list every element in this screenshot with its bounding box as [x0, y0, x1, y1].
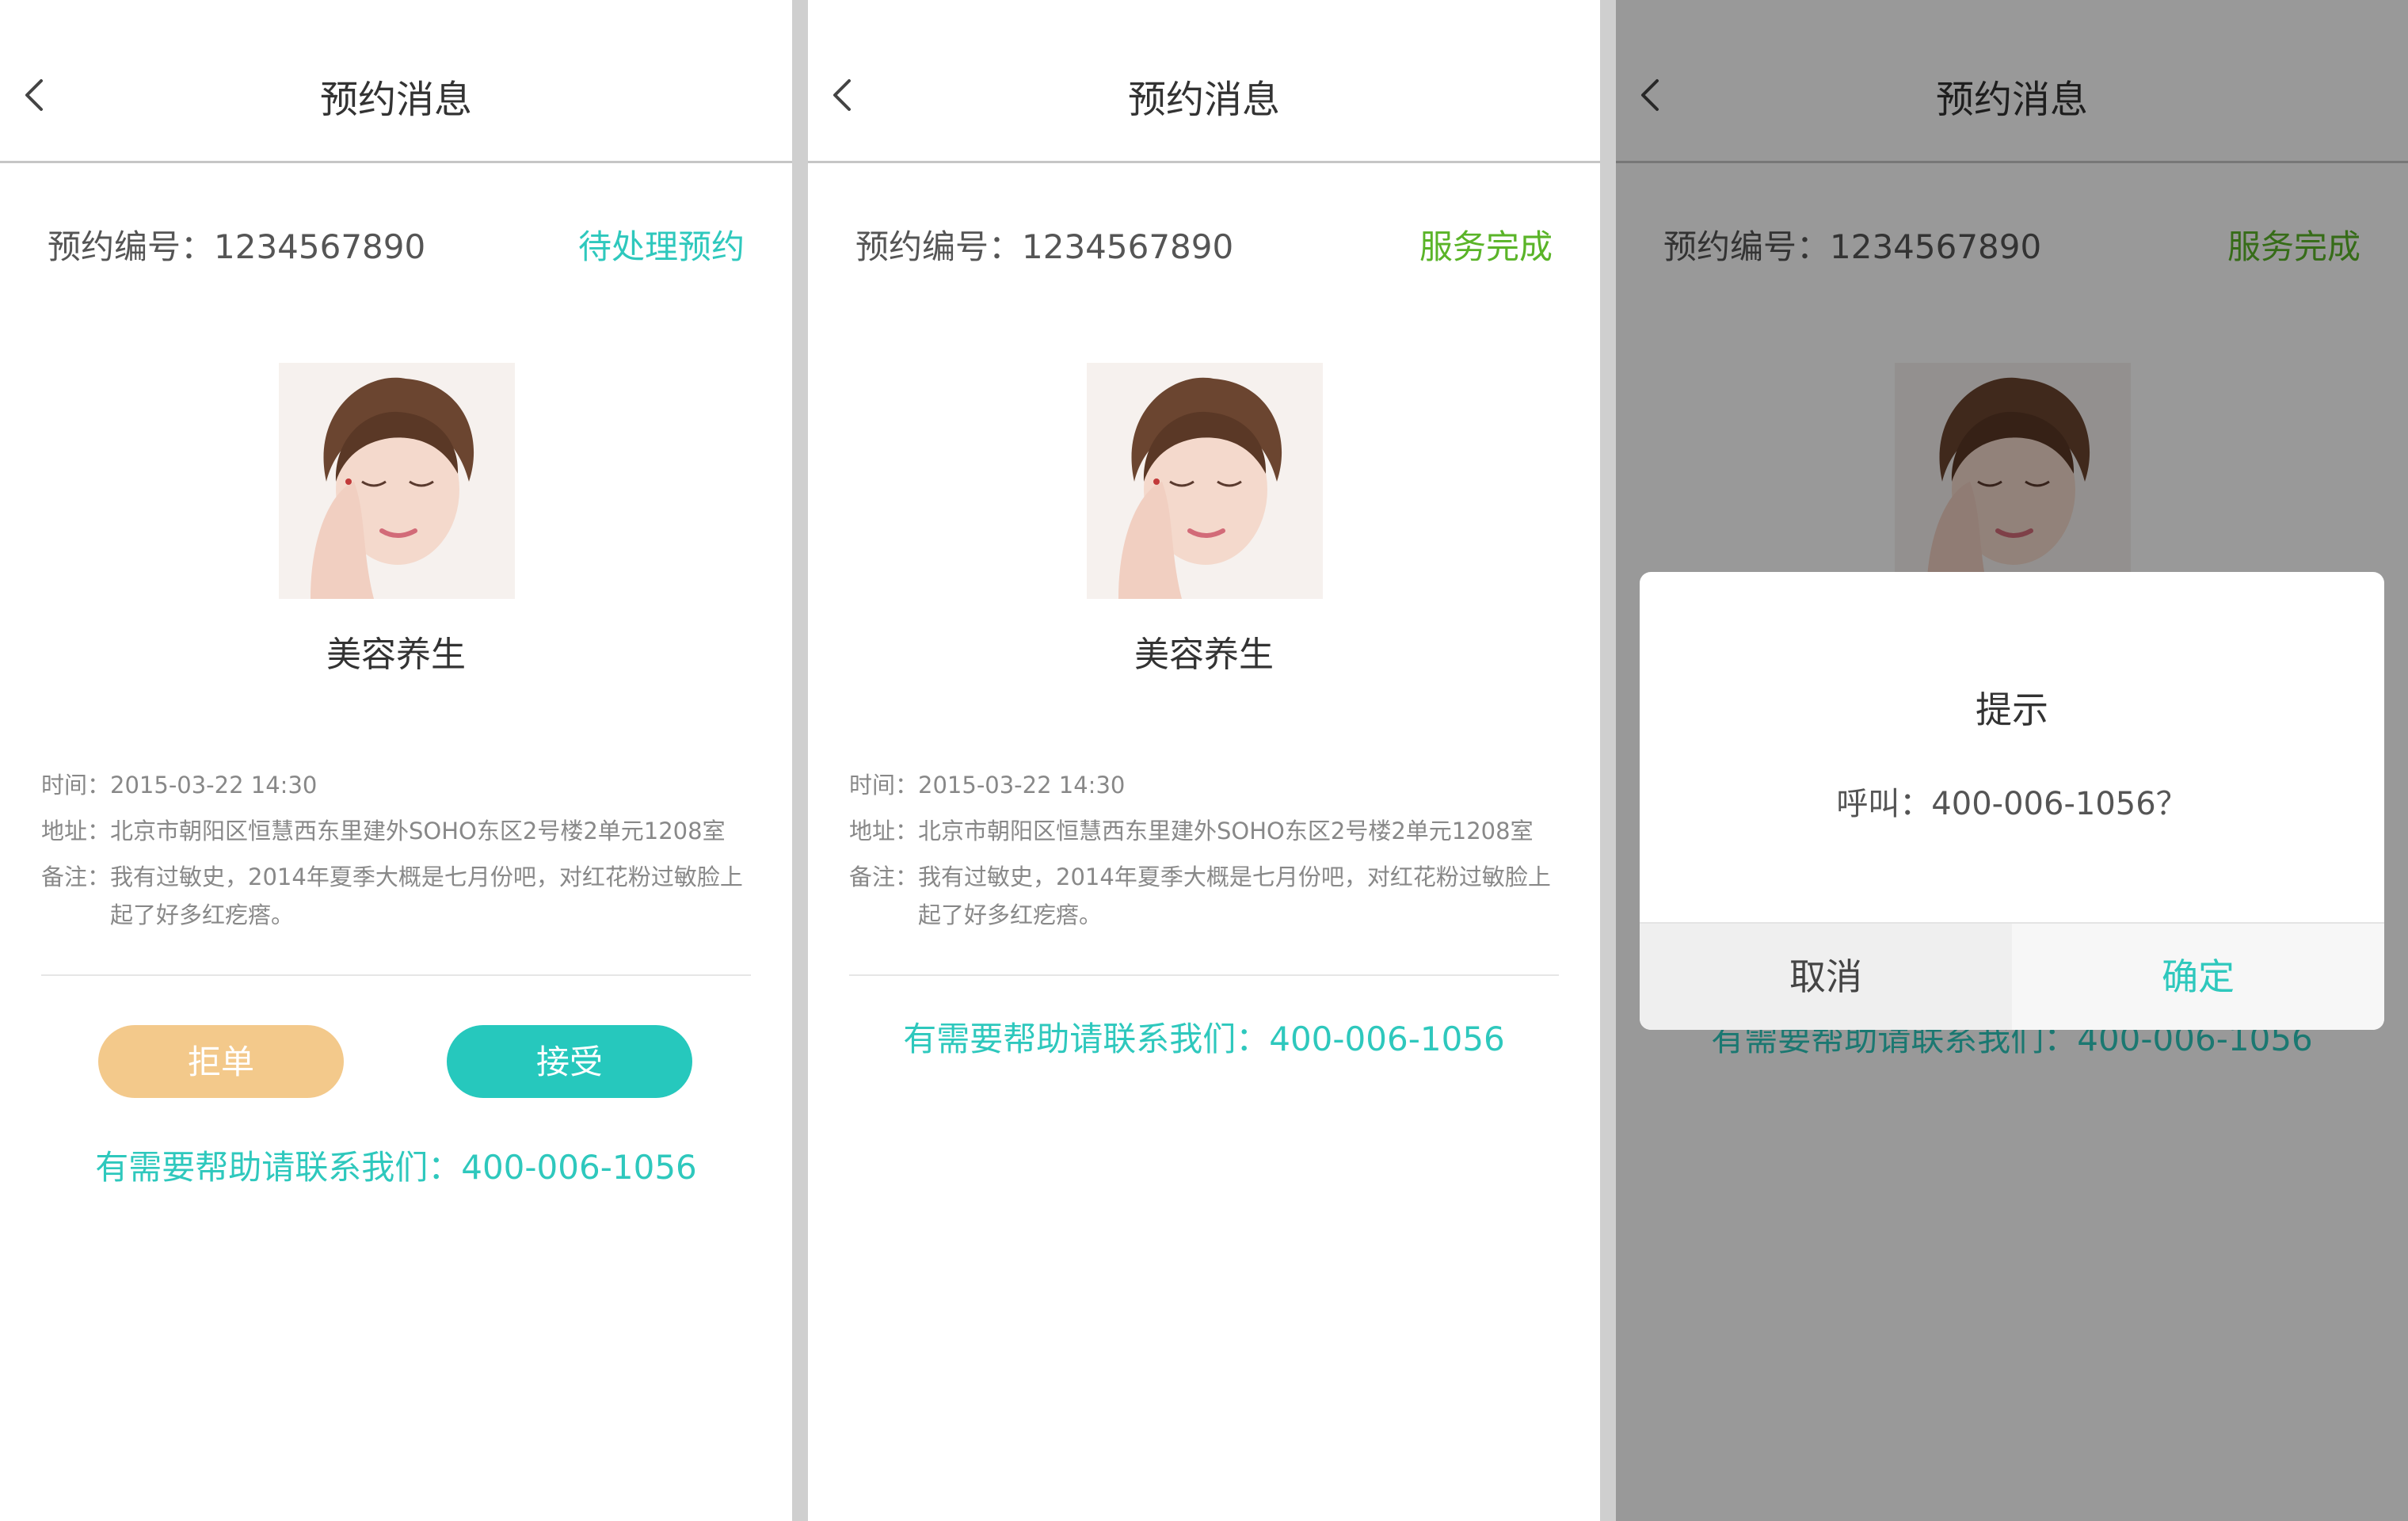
order-row: 预约编号：1234567890 待处理预约 [0, 220, 792, 276]
detail-time: 时间： 2015-03-22 14:30 [41, 772, 318, 799]
detail-address: 地址： 北京市朝阳区恒慧西东里建外SOHO东区2号楼2单元1208室 [41, 818, 726, 844]
dialog-actions: 取消 确定 [1640, 922, 2384, 1030]
order-number: 预约编号：1234567890 [48, 227, 426, 266]
reject-button[interactable]: 拒单 [98, 1025, 344, 1098]
screen-pending: 预约消息 预约编号：1234567890 待处理预约 美容养生 时间： 2015… [0, 0, 792, 1521]
call-confirm-dialog: 提示 呼叫：400-006-1056？ 取消 确定 [1640, 572, 2384, 1030]
screen-completed: 预约消息 预约编号：1234567890 服务完成 美容养生 时间： 2015-… [808, 0, 1600, 1521]
confirm-button[interactable]: 确定 [2012, 924, 2384, 1030]
detail-note: 备注： 我有过敏史，2014年夏季大概是七月份吧，对红花粉过敏脸上起了好多红疙瘩… [849, 863, 1551, 928]
divider [41, 974, 751, 976]
page-title: 预约消息 [319, 78, 472, 122]
page-title: 预约消息 [1127, 78, 1280, 122]
service-name: 美容养生 [1134, 635, 1274, 675]
service-image [1087, 363, 1323, 599]
accept-button[interactable]: 接受 [447, 1025, 692, 1098]
cancel-button[interactable]: 取消 [1640, 924, 2012, 1030]
order-row: 预约编号：1234567890 服务完成 [808, 220, 1600, 276]
order-number: 预约编号：1234567890 [855, 227, 1234, 266]
detail-note: 备注： 我有过敏史，2014年夏季大概是七月份吧，对红花粉过敏脸上起了好多红疙瘩… [41, 863, 743, 928]
appointment-details: 时间： 2015-03-22 14:30 地址： 北京市朝阳区恒慧西东里建外SO… [849, 762, 1562, 934]
dialog-message: 呼叫：400-006-1056？ [1836, 786, 2188, 822]
appointment-details: 时间： 2015-03-22 14:30 地址： 北京市朝阳区恒慧西东里建外SO… [41, 762, 754, 934]
help-contact-link[interactable]: 有需要帮助请联系我们：400-006-1056 [808, 1012, 1600, 1061]
nav-bar: 预约消息 [808, 0, 1600, 163]
detail-time: 时间： 2015-03-22 14:30 [849, 772, 1126, 799]
screen-call-dialog: 预约消息 预约编号：1234567890 服务完成 有需要帮助请联系我们：400… [1616, 0, 2408, 1521]
order-status: 待处理预约 [577, 227, 745, 266]
help-contact-link[interactable]: 有需要帮助请联系我们：400-006-1056 [0, 1141, 792, 1189]
nav-bar: 预约消息 [0, 0, 792, 163]
app-stage: 预约消息 预约编号：1234567890 待处理预约 美容养生 时间： 2015… [0, 0, 2408, 1521]
detail-address: 地址： 北京市朝阳区恒慧西东里建外SOHO东区2号楼2单元1208室 [849, 818, 1534, 844]
dialog-title: 提示 [1976, 688, 2048, 731]
service-name: 美容养生 [326, 635, 466, 675]
service-image [279, 363, 515, 599]
order-status: 服务完成 [1419, 227, 1553, 266]
divider [849, 974, 1559, 976]
